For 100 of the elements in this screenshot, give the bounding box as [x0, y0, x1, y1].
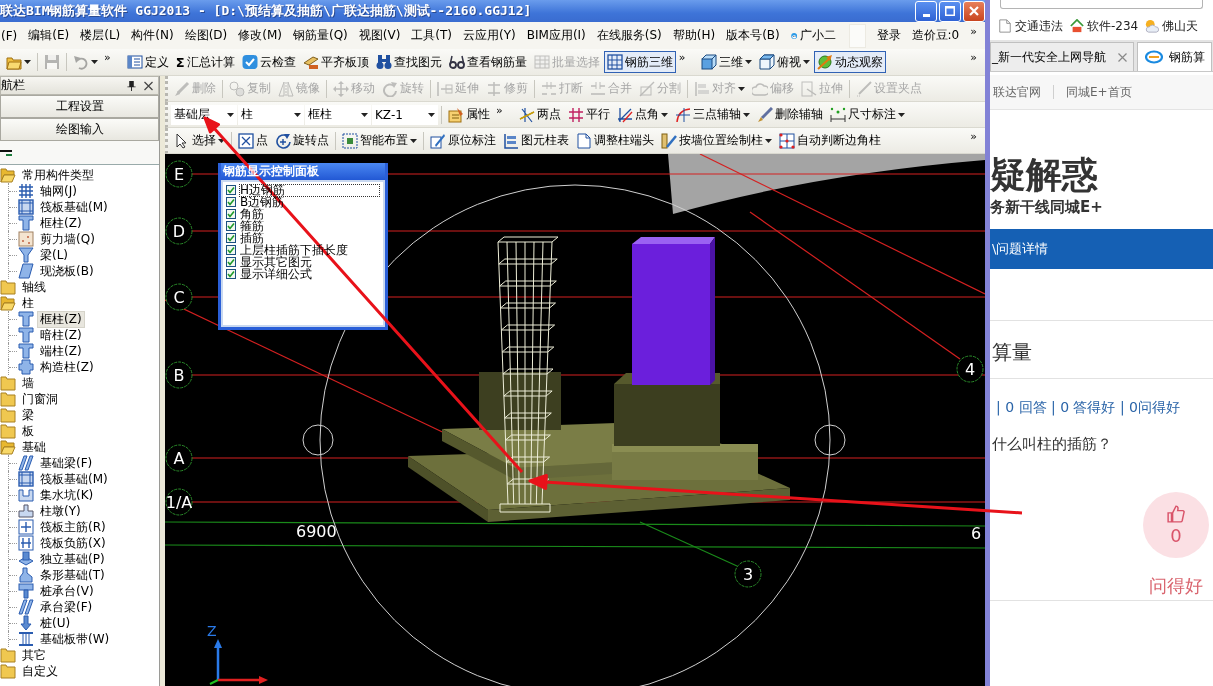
toolbar-button[interactable]: 定义 — [123, 51, 172, 73]
menu-item[interactable]: 视图(V) — [358, 27, 401, 44]
toolbar-button[interactable]: 尺寸标注 — [826, 103, 908, 126]
tree-item[interactable]: 自定义 — [19, 662, 61, 680]
toolbar-button[interactable]: 俯视 — [756, 51, 814, 73]
toolbar-button[interactable]: 平行 — [564, 103, 613, 126]
checkbox[interactable] — [226, 233, 236, 243]
tree-item[interactable]: 筏板主筋(R) — [37, 518, 109, 536]
toolbar-button[interactable]: 平齐板顶 — [299, 51, 372, 73]
toolbar-button[interactable]: 查看钢筋量 — [445, 51, 530, 73]
toolbar-button[interactable]: 查找图元 — [372, 51, 445, 73]
toolbar-button[interactable]: 三点辅轴 — [671, 103, 753, 126]
tree-item[interactable]: 门窗洞 — [19, 390, 61, 408]
tree-item[interactable]: 剪力墙(Q) — [37, 230, 98, 248]
minimize-button[interactable] — [915, 0, 937, 22]
open-folder-icon[interactable] — [0, 167, 16, 183]
bookmark-link[interactable]: 软件-234 — [1070, 17, 1139, 35]
nav-link[interactable]: 同城E+首页 — [1066, 83, 1132, 101]
toolbar-button[interactable]: 按墙位置绘制柱 — [658, 129, 775, 152]
option-label[interactable]: 显示详细公式 — [239, 267, 380, 281]
overflow-button[interactable]: » — [494, 104, 505, 117]
pin-icon[interactable] — [127, 80, 136, 91]
tree-item[interactable]: 筏板负筋(X) — [37, 534, 109, 552]
toolbar-button[interactable]: 动态观察 — [814, 51, 887, 73]
tree-item[interactable]: 筏板基础(M) — [37, 198, 111, 216]
menu-item[interactable]: 修改(M) — [238, 27, 282, 44]
tree-item[interactable]: 桩承台(V) — [37, 582, 97, 600]
toolbar-button[interactable]: 三维 — [698, 51, 756, 73]
tree-item[interactable]: 柱 — [19, 294, 37, 312]
overflow-button[interactable]: » — [676, 51, 688, 64]
checkbox[interactable] — [226, 209, 236, 219]
tree-item[interactable]: 构造柱(Z) — [37, 358, 97, 376]
folder-icon[interactable] — [0, 279, 16, 295]
tree-item[interactable]: 独立基础(P) — [37, 550, 108, 568]
tree-item[interactable]: 桩(U) — [37, 614, 74, 632]
folder-icon[interactable] — [0, 407, 16, 423]
overflow-button[interactable]: » — [970, 25, 977, 38]
menu-item[interactable]: 楼层(L) — [80, 27, 121, 44]
overflow-button[interactable]: » — [968, 51, 979, 64]
folder-icon[interactable] — [0, 375, 16, 391]
combo-box[interactable]: 框柱 — [305, 104, 371, 125]
tree-item[interactable]: 现浇板(B) — [37, 262, 97, 280]
tree-item[interactable]: 集水坑(K) — [37, 486, 97, 504]
menu-item[interactable]: 在线服务(S) — [596, 27, 662, 44]
tree-item[interactable]: 基础板带(W) — [37, 630, 113, 648]
menu-item[interactable]: (F) — [1, 28, 18, 43]
toolbar-button[interactable]: 原位标注 — [427, 129, 499, 152]
bookmark-link[interactable]: 交通违法 — [998, 17, 1063, 35]
folder-icon[interactable] — [0, 391, 16, 407]
tree-item[interactable]: 基础 — [19, 438, 49, 456]
toolbar-button[interactable]: 钢筋三维 — [603, 51, 676, 73]
folder-icon[interactable] — [0, 663, 16, 679]
option-label[interactable]: 插筋 — [239, 231, 380, 245]
menu-item[interactable]: 编辑(E) — [28, 27, 70, 44]
toolbar-button[interactable]: 智能布置 — [339, 129, 420, 152]
tree-item[interactable]: 梁 — [19, 406, 37, 424]
tree-item[interactable]: 框柱(Z) — [37, 310, 85, 328]
browser-tab[interactable]: _新一代安全上网导航 — [990, 42, 1134, 71]
open-folder-icon[interactable] — [0, 295, 16, 311]
toolbar-button[interactable]: 点 — [235, 129, 271, 152]
tree-item[interactable]: 框柱(Z) — [37, 214, 85, 232]
tree-item[interactable]: 条形基础(T) — [37, 566, 108, 584]
nav-link[interactable]: 联达官网 — [993, 83, 1041, 101]
toolbar-button[interactable]: 点角 — [613, 103, 671, 126]
toolbar-button[interactable]: 自动判断边角柱 — [776, 129, 884, 152]
tree-item[interactable]: 轴网(J) — [37, 182, 80, 200]
toolbar-button[interactable]: 旋转点 — [272, 129, 332, 152]
tree-item[interactable]: 筏板基础(M) — [37, 470, 111, 488]
tree-item[interactable]: 常用构件类型 — [19, 166, 97, 184]
checkbox[interactable] — [226, 257, 236, 267]
menu-item[interactable]: 工具(T) — [411, 27, 453, 44]
menu-item[interactable]: 构件(N) — [131, 27, 174, 44]
breadcrumb-link[interactable]: \问题详情 — [992, 240, 1049, 258]
tree-item[interactable]: 轴线 — [19, 278, 49, 296]
minus-icon[interactable] — [0, 149, 12, 156]
tree-item[interactable]: 墙 — [19, 374, 37, 392]
checkbox[interactable] — [226, 185, 236, 195]
overflow-button[interactable]: » — [968, 130, 979, 143]
login-link[interactable]: 登录 — [876, 27, 901, 44]
overflow-button[interactable]: » — [102, 51, 113, 64]
tree-item[interactable]: 其它 — [19, 646, 49, 664]
nav-button[interactable]: 工程设置 — [0, 95, 159, 118]
close-icon[interactable] — [144, 80, 153, 91]
toolbar-button[interactable]: 调整柱端头 — [573, 129, 657, 152]
menu-item[interactable]: 版本号(B) — [726, 27, 780, 44]
folder-icon[interactable] — [0, 423, 16, 439]
menu-item[interactable]: 钢筋量(Q) — [292, 27, 348, 44]
nav-button[interactable]: 绘图输入 — [0, 118, 159, 141]
checkbox[interactable] — [226, 221, 236, 231]
tree-item[interactable]: 板 — [19, 422, 37, 440]
close-icon[interactable] — [1118, 52, 1127, 62]
tree-item[interactable]: 暗柱(Z) — [37, 326, 85, 344]
tree-item[interactable]: 承台梁(F) — [37, 598, 96, 616]
tree-item[interactable]: 基础梁(F) — [37, 454, 96, 472]
tree-item[interactable]: 柱墩(Y) — [37, 502, 84, 520]
menu-item[interactable]: 绘图(D) — [184, 27, 228, 44]
combo-box[interactable]: KZ-1 — [372, 104, 438, 125]
menu-item[interactable]: BIM应用(I) — [526, 27, 586, 44]
toolbar-button[interactable]: Σ 汇总计算 — [172, 51, 238, 73]
toolbar-button[interactable]: 图元柱表 — [500, 129, 572, 152]
